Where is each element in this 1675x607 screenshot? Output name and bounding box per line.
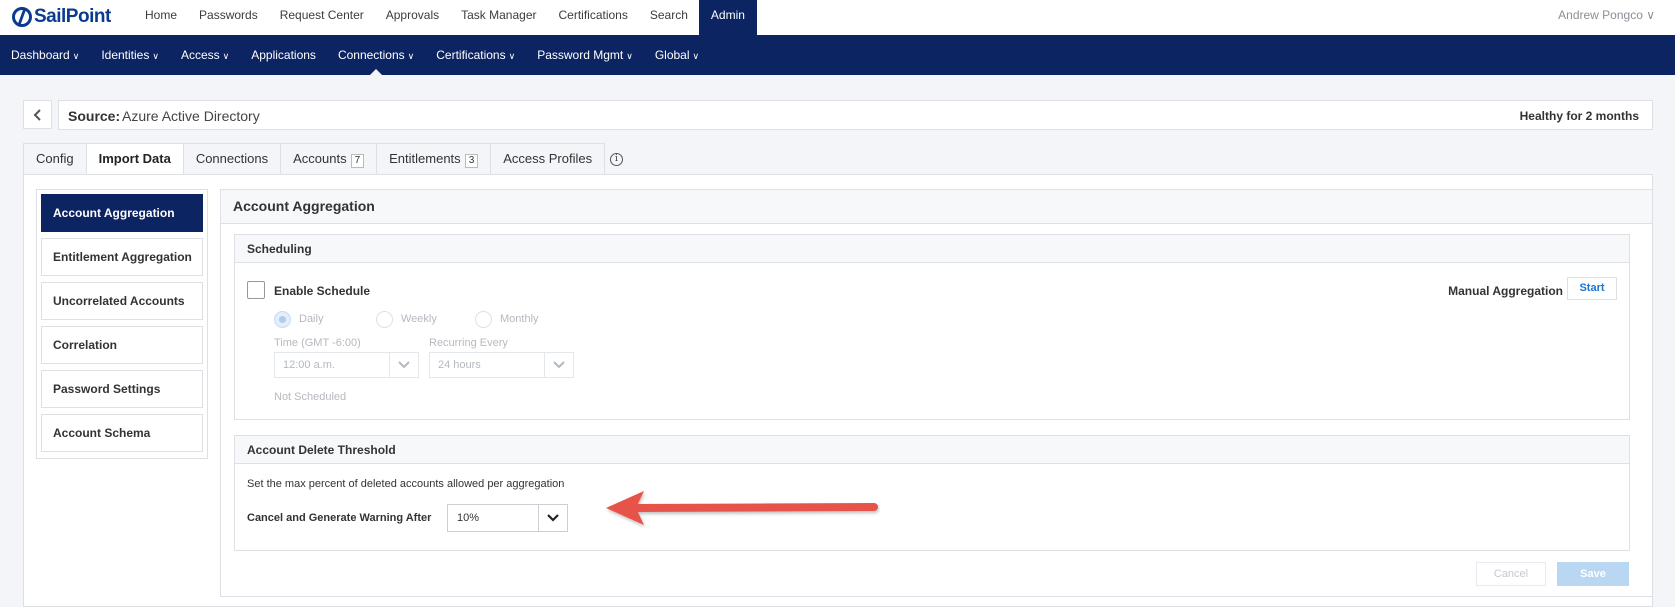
topnav-approvals[interactable]: Approvals xyxy=(375,0,450,35)
chevron-left-icon xyxy=(33,108,41,121)
save-button[interactable]: Save xyxy=(1557,562,1629,586)
source-name: Azure Active Directory xyxy=(122,108,260,124)
tab-label: Entitlements xyxy=(389,151,461,166)
health-status: Healthy for 2 months xyxy=(1519,109,1639,123)
subnav-label: Identities xyxy=(101,48,150,62)
subnav-label: Certifications xyxy=(436,48,506,62)
chevron-down-icon: ∨ xyxy=(508,51,516,61)
radio-monthly-label: Monthly xyxy=(500,313,539,325)
subnav-label: Applications xyxy=(251,48,316,62)
side-item-password-settings[interactable]: Password Settings xyxy=(41,370,203,408)
subnav-label: Dashboard xyxy=(11,48,70,62)
radio-weekly[interactable] xyxy=(376,311,393,328)
subnav-connections[interactable]: Connections ∨ xyxy=(327,35,425,75)
subnav-certifications[interactable]: Certifications ∨ xyxy=(425,35,526,75)
sub-nav: Dashboard ∨ Identities ∨ Access ∨ Applicati… xyxy=(0,35,1675,75)
count-badge: 3 xyxy=(464,154,479,168)
back-button[interactable] xyxy=(23,100,52,129)
chevron-down-icon: ∨ xyxy=(72,51,80,61)
topnav-admin[interactable]: Admin xyxy=(698,0,757,35)
delete-threshold-section: Account Delete Threshold Set the max per… xyxy=(234,435,1630,551)
topnav-search[interactable]: Search xyxy=(639,0,699,35)
annotation-arrow-icon xyxy=(606,491,878,525)
chevron-down-icon: ∨ xyxy=(222,51,230,61)
sailpoint-logo[interactable]: SailPoint xyxy=(12,5,111,29)
time-select[interactable]: 12:00 a.m. xyxy=(274,352,419,378)
delete-threshold-description: Set the max percent of deleted accounts … xyxy=(247,478,565,490)
tab-entitlements[interactable]: Entitlements 3 xyxy=(376,143,491,175)
subnav-label: Access xyxy=(180,48,220,62)
count-badge: 7 xyxy=(350,154,365,168)
threshold-select[interactable]: 10% xyxy=(447,504,568,532)
tab-accounts[interactable]: Accounts 7 xyxy=(280,143,377,175)
subnav-password-mgmt[interactable]: Password Mgmt ∨ xyxy=(526,35,644,75)
recurring-value: 24 hours xyxy=(438,359,481,371)
topnav-request-center[interactable]: Request Center xyxy=(269,0,375,35)
side-item-uncorrelated-accounts[interactable]: Uncorrelated Accounts xyxy=(41,282,203,320)
source-label: Source: xyxy=(68,108,121,124)
enable-schedule-checkbox[interactable] xyxy=(247,281,265,299)
tab-label: Accounts xyxy=(293,151,347,166)
schedule-status: Not Scheduled xyxy=(274,391,347,403)
scheduling-section: Scheduling Enable Schedule Daily Weekly … xyxy=(234,234,1630,420)
threshold-value: 10% xyxy=(457,512,480,524)
subnav-access[interactable]: Access ∨ xyxy=(170,35,240,75)
radio-weekly-label: Weekly xyxy=(401,313,437,325)
account-aggregation-panel: Account Aggregation Scheduling Enable Sc… xyxy=(220,189,1653,597)
radio-monthly[interactable] xyxy=(475,311,492,328)
chevron-down-icon: ∨ xyxy=(152,51,159,61)
info-icon[interactable]: i xyxy=(610,153,623,166)
chevron-down-icon: ∨ xyxy=(407,51,415,61)
manual-aggregation-label: Manual Aggregation xyxy=(1448,284,1563,298)
warning-threshold-label: Cancel and Generate Warning After xyxy=(247,512,432,524)
subnav-label: Connections xyxy=(337,48,405,62)
topnav-passwords[interactable]: Passwords xyxy=(188,0,269,35)
source-tabs: Config Import Data Connections Accounts 7… xyxy=(23,143,606,175)
recurring-select[interactable]: 24 hours xyxy=(429,352,574,378)
topnav-task-manager[interactable]: Task Manager xyxy=(450,0,547,35)
cancel-button[interactable]: Cancel xyxy=(1476,562,1546,586)
panel-title: Account Aggregation xyxy=(221,190,1652,224)
chevron-down-icon: ∨ xyxy=(692,51,700,61)
subnav-label: Global xyxy=(654,48,690,62)
radio-daily[interactable] xyxy=(274,311,291,328)
chevron-down-icon xyxy=(538,505,567,531)
time-value: 12:00 a.m. xyxy=(283,359,335,371)
scheduling-header: Scheduling xyxy=(235,235,1629,263)
subnav-label: Password Mgmt xyxy=(537,48,624,62)
tab-access-profiles[interactable]: Access Profiles xyxy=(490,143,606,175)
side-item-account-aggregation[interactable]: Account Aggregation xyxy=(41,194,203,232)
side-item-account-schema[interactable]: Account Schema xyxy=(41,414,203,452)
source-header: Source: Azure Active Directory Healthy f… xyxy=(58,100,1653,130)
tab-connections[interactable]: Connections xyxy=(182,143,281,175)
tab-config[interactable]: Config xyxy=(23,143,86,175)
side-item-correlation[interactable]: Correlation xyxy=(41,326,203,364)
topnav-certifications[interactable]: Certifications xyxy=(548,0,639,35)
subnav-identities[interactable]: Identities ∨ xyxy=(90,35,170,75)
chevron-down-icon xyxy=(389,353,418,377)
start-aggregation-button[interactable]: Start xyxy=(1567,277,1617,300)
tab-import-data[interactable]: Import Data xyxy=(85,143,183,175)
top-bar: SailPoint Home Passwords Request Center … xyxy=(0,0,1675,36)
subnav-global[interactable]: Global ∨ xyxy=(644,35,710,75)
enable-schedule-label: Enable Schedule xyxy=(274,284,371,298)
sailpoint-logo-icon xyxy=(12,7,32,27)
recurring-label: Recurring Every xyxy=(429,337,508,349)
user-menu[interactable]: Andrew Pongco ∨ xyxy=(1558,0,1655,31)
chevron-down-icon: ∨ xyxy=(626,51,633,61)
import-side-menu: Account Aggregation Entitlement Aggregat… xyxy=(36,189,208,459)
radio-daily-label: Daily xyxy=(299,313,324,325)
subnav-dashboard[interactable]: Dashboard ∨ xyxy=(0,35,90,75)
time-label: Time (GMT -6:00) xyxy=(274,337,361,349)
logo-text: SailPoint xyxy=(34,6,111,27)
chevron-down-icon xyxy=(544,353,573,377)
subnav-applications[interactable]: Applications xyxy=(240,35,327,75)
topnav-home[interactable]: Home xyxy=(134,0,188,35)
delete-threshold-header: Account Delete Threshold xyxy=(235,436,1629,464)
top-nav: Home Passwords Request Center Approvals … xyxy=(134,0,757,35)
side-item-entitlement-aggregation[interactable]: Entitlement Aggregation xyxy=(41,238,203,276)
